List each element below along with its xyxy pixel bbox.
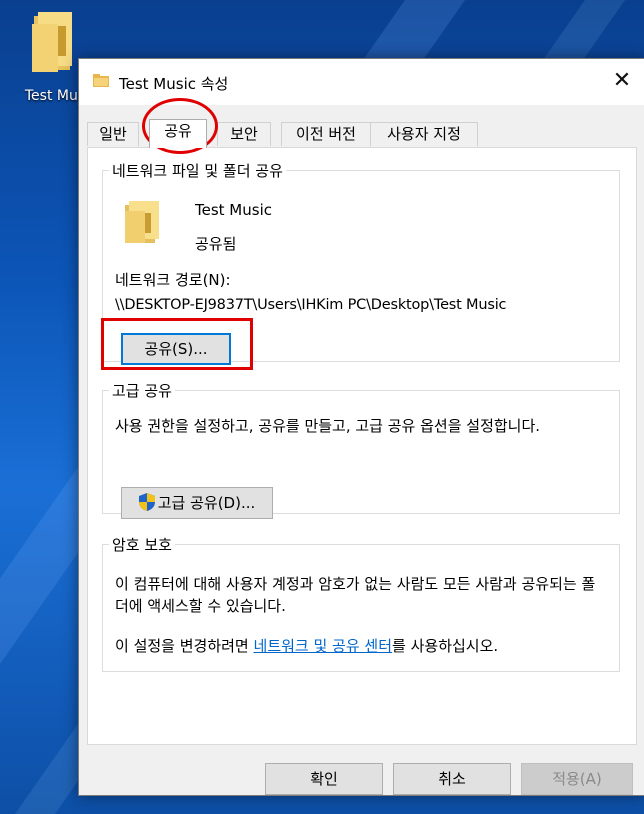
link-suffix: 를 사용하십시오. (392, 637, 499, 655)
network-sharing-center-link[interactable]: 네트워크 및 공유 센터 (254, 637, 393, 655)
dialog-content: 일반 공유 보안 이전 버전 사용자 지정 네트워크 파일 및 폴더 공유 Te… (79, 105, 644, 795)
ok-button[interactable]: 확인 (265, 763, 383, 795)
cancel-button[interactable]: 취소 (393, 763, 511, 795)
advanced-sharing-group: 고급 공유 사용 권한을 설정하고, 공유를 만들고, 고급 공유 옵션을 설정… (102, 380, 620, 519)
apply-button[interactable]: 적용(A) (521, 763, 633, 795)
network-sharing-legend: 네트워크 파일 및 폴더 공유 (112, 162, 283, 180)
properties-dialog: Test Music 속성 ✕ 일반 공유 보안 이전 버전 사용자 지정 네트… (78, 58, 644, 796)
password-protection-legend: 암호 보호 (112, 536, 172, 554)
close-button[interactable]: ✕ (599, 59, 644, 105)
tab-customize[interactable]: 사용자 지정 (370, 122, 478, 146)
tab-general[interactable]: 일반 (87, 122, 139, 146)
password-protection-link-line: 이 설정을 변경하려면 네트워크 및 공유 센터를 사용하십시오. (115, 635, 498, 656)
advanced-sharing-description: 사용 권한을 설정하고, 공유를 만들고, 고급 공유 옵션을 설정합니다. (115, 417, 541, 435)
window-title: Test Music 속성 (119, 75, 229, 93)
advanced-sharing-legend: 고급 공유 (112, 382, 172, 400)
share-status: 공유됨 (195, 235, 237, 253)
network-path: \\DESKTOP-EJ9837T\Users\IHKim PC\Desktop… (115, 297, 507, 313)
sharing-tab-panel: 네트워크 파일 및 폴더 공유 Test Music 공유됨 네트워크 경로(N… (87, 147, 637, 745)
folder-icon (32, 12, 72, 72)
advanced-sharing-button[interactable]: 고급 공유(D)... (121, 487, 273, 519)
link-prefix: 이 설정을 변경하려면 (115, 637, 254, 655)
password-protection-group: 암호 보호 이 컴퓨터에 대해 사용자 계정과 암호가 없는 사람도 모든 사람… (102, 534, 620, 672)
tab-sharing[interactable]: 공유 (149, 119, 207, 148)
annotation-rectangle (101, 318, 253, 370)
title-bar[interactable]: Test Music 속성 ✕ (79, 59, 644, 105)
network-path-label: 네트워크 경로(N): (115, 271, 231, 289)
tab-security[interactable]: 보안 (217, 122, 271, 146)
folder-icon (93, 74, 109, 87)
tab-previous-versions[interactable]: 이전 버전 (281, 122, 371, 146)
folder-icon (125, 201, 159, 243)
advanced-sharing-button-label: 고급 공유(D)... (157, 494, 256, 512)
uac-shield-icon (138, 493, 155, 511)
password-protection-description: 이 컴퓨터에 대해 사용자 계정과 암호가 없는 사람도 모든 사람과 공유되는… (115, 575, 596, 615)
shared-folder-name: Test Music (195, 201, 272, 219)
